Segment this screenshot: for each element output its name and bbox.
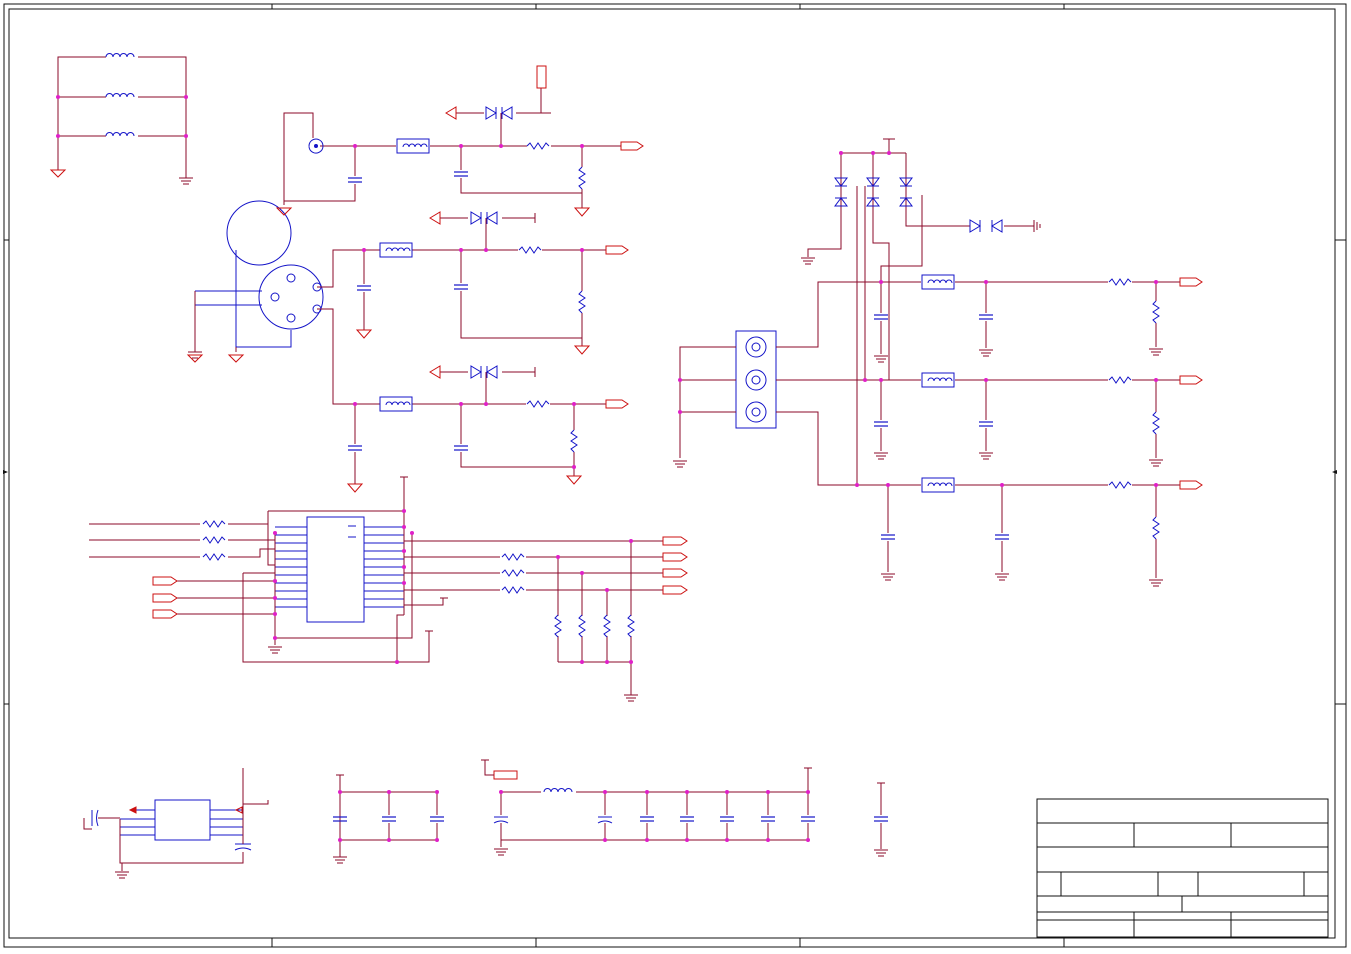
ground-icon (873, 355, 889, 363)
capacitor-icon (978, 314, 994, 320)
capacitor-icon (347, 445, 363, 451)
capacitor-icon (639, 816, 655, 822)
capacitor-icon (429, 816, 445, 822)
single-cap (873, 782, 889, 857)
ground-icon (623, 694, 639, 702)
ground-icon (493, 848, 509, 856)
resistor-icon (202, 536, 226, 544)
ground-icon (978, 349, 994, 357)
capacitor-icon (453, 171, 469, 177)
inductor-icon (105, 53, 135, 58)
offpage-connector-icon (605, 245, 629, 255)
resistor-icon (570, 429, 578, 453)
resistor-icon (554, 614, 562, 638)
ground-icon (1148, 459, 1164, 467)
capacitor-icon (873, 816, 889, 822)
resistor-icon (526, 142, 550, 150)
resistor-icon (1152, 516, 1160, 540)
ground-icon (873, 849, 889, 857)
diode-icon (470, 365, 498, 379)
ground-icon (880, 573, 896, 581)
inductor-icon (105, 93, 135, 98)
resistor-icon (501, 569, 525, 577)
resistor-icon (1152, 411, 1160, 435)
sheet-frame (3, 3, 1347, 948)
ground-icon (178, 177, 194, 185)
ferrite-bead-icon (921, 274, 955, 290)
ferrite-bead-icon (921, 477, 955, 493)
ferrite-bead-icon (379, 242, 413, 258)
capacitor-icon (453, 445, 469, 451)
ground-icon (1148, 579, 1164, 587)
ferrite-bead-icon (379, 396, 413, 412)
capacitor-icon (347, 177, 363, 183)
offpage-connector-icon (620, 141, 644, 151)
schematic-sheet (3, 3, 1347, 948)
capacitor-icon (873, 421, 889, 427)
capacitor-icon (381, 816, 397, 822)
ground-icon (332, 856, 348, 864)
ground-icon (672, 460, 688, 468)
offpage-connector-icon (1179, 480, 1203, 490)
luma-input (333, 211, 629, 355)
ground-icon (800, 257, 816, 265)
capacitor-icon (800, 816, 816, 822)
resistor-icon (202, 520, 226, 528)
resistor-icon (578, 614, 586, 638)
ground-icon (1148, 348, 1164, 356)
capacitor-icon (873, 314, 889, 320)
capacitor-icon (880, 534, 896, 540)
resistor-icon (526, 400, 550, 408)
inductor-bank (49, 53, 194, 185)
ground-icon (873, 452, 889, 460)
ferrite-bead-icon (396, 138, 430, 154)
inductor-icon (105, 132, 135, 137)
diode-icon (470, 211, 498, 225)
resistor-icon (603, 614, 611, 638)
resistor-icon (501, 553, 525, 561)
resistor-icon (1152, 300, 1160, 324)
resistor-icon (1108, 481, 1132, 489)
capacitor-icon (356, 285, 372, 291)
title-block (1036, 798, 1329, 938)
ground-icon (994, 573, 1010, 581)
capacitor-icon (453, 284, 469, 290)
resistor-icon (501, 586, 525, 594)
resistor-icon (578, 166, 586, 190)
ground-icon (114, 871, 130, 879)
regulator-circuit (83, 768, 269, 879)
resistor-icon (1108, 376, 1132, 384)
capacitor-icon (978, 421, 994, 427)
ground-icon (978, 452, 994, 460)
resistor-icon (627, 614, 635, 638)
cvbs-input (275, 65, 644, 217)
svideo-connector (186, 200, 380, 405)
decoupling-caps-a (332, 774, 445, 864)
resistor-icon (518, 246, 542, 254)
capacitor-icon (994, 534, 1010, 540)
decoupling-caps-b (481, 759, 816, 856)
ground-icon (267, 646, 283, 654)
component-input (672, 138, 1203, 587)
offpage-connector-icon (1179, 277, 1203, 287)
resistor-icon (202, 553, 226, 561)
resistor-icon (578, 290, 586, 314)
ground-icon (49, 169, 67, 178)
offpage-connector-icon (1179, 375, 1203, 385)
offpage-connector-icon (605, 399, 629, 409)
chroma-input (346, 365, 629, 493)
capacitor-icon (719, 816, 735, 822)
capacitor-icon (760, 816, 776, 822)
resistor-icon (1108, 278, 1132, 286)
diode-icon (485, 106, 513, 120)
ferrite-bead-icon (921, 372, 955, 388)
video-switch-ic (89, 476, 688, 702)
capacitor-icon (679, 816, 695, 822)
inductor-icon (543, 788, 573, 793)
